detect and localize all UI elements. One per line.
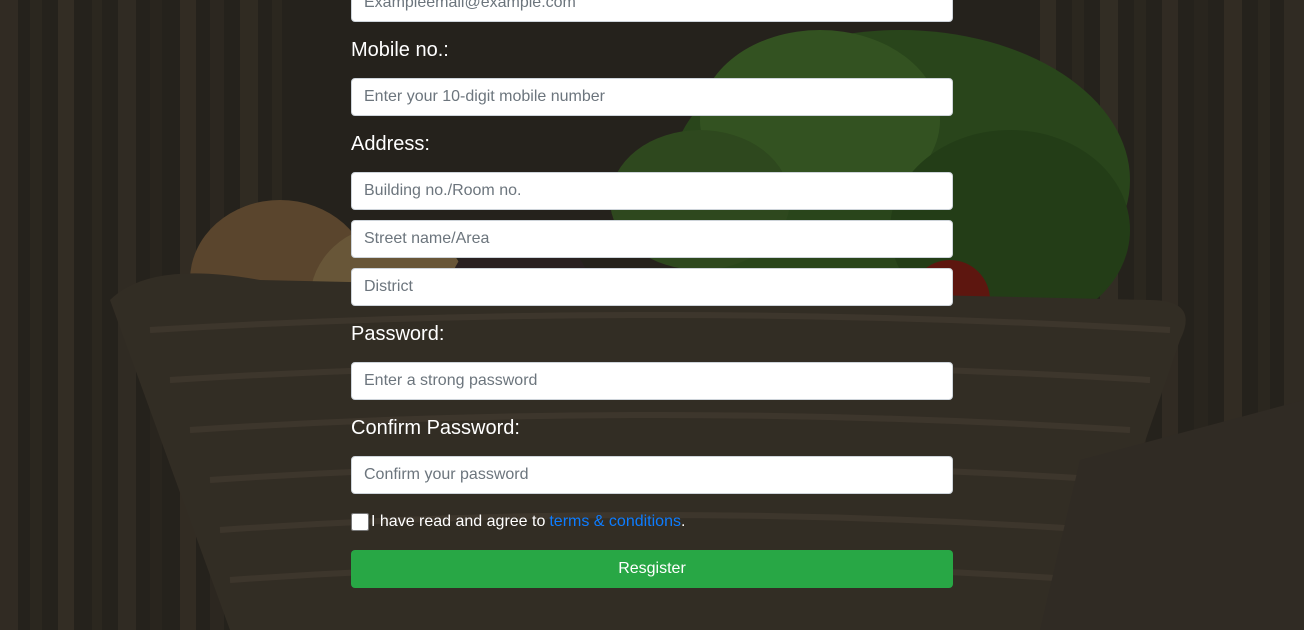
terms-checkbox[interactable] bbox=[351, 513, 369, 531]
register-button[interactable]: Resgister bbox=[351, 550, 953, 588]
mobile-input[interactable] bbox=[351, 78, 953, 116]
building-input[interactable] bbox=[351, 172, 953, 210]
email-input[interactable] bbox=[351, 0, 953, 22]
password-input[interactable] bbox=[351, 362, 953, 400]
agree-text: I have read and agree to bbox=[371, 513, 546, 530]
agree-period: . bbox=[680, 513, 686, 530]
terms-link[interactable]: terms & conditions bbox=[549, 513, 681, 531]
terms-agreement: I have read and agree to terms & conditi… bbox=[351, 511, 685, 533]
confirm-password-input[interactable] bbox=[351, 456, 953, 494]
street-input[interactable] bbox=[351, 220, 953, 258]
confirm-password-label: Confirm Password: bbox=[351, 417, 520, 439]
address-label: Address: bbox=[351, 133, 430, 155]
mobile-label: Mobile no.: bbox=[351, 39, 449, 61]
password-label: Password: bbox=[351, 323, 445, 345]
district-input[interactable] bbox=[351, 268, 953, 306]
